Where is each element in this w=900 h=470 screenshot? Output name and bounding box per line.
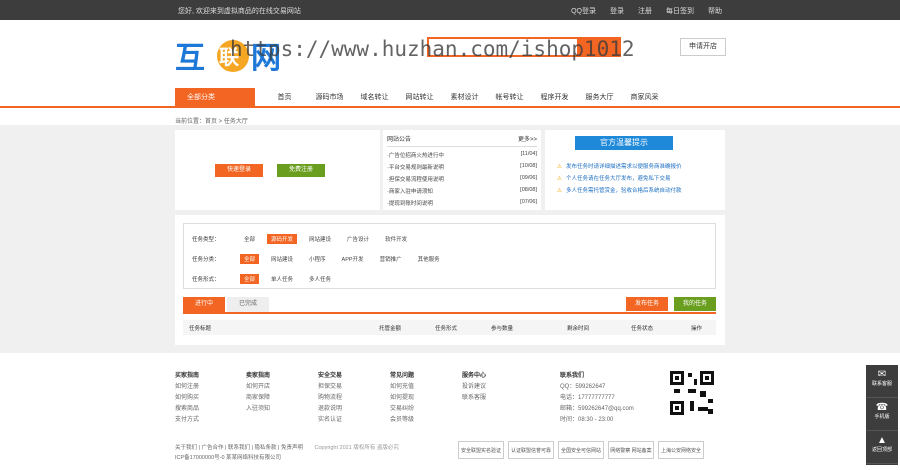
watermark-text: https://www.huzhan.com/ishop1012 bbox=[230, 37, 635, 61]
footer-col: 安全交易 担保交易 购物流程 退款说明 实名认证 bbox=[318, 373, 343, 423]
trust-badge[interactable]: 网络警察 网站备案 bbox=[608, 441, 654, 459]
icp-text: ICP备17000000号-0 某某网络科技有限公司 bbox=[175, 455, 282, 461]
nav-service-hall[interactable]: 服务大厅 bbox=[577, 88, 622, 108]
notice-item[interactable]: ·担保交易流程使用说明 [09/06] bbox=[387, 175, 537, 183]
filter-option[interactable]: 软件开发 bbox=[381, 234, 411, 244]
apply-shop-button[interactable]: 申请开店 bbox=[680, 38, 726, 56]
quick-login-button[interactable]: 快速登录 bbox=[215, 164, 263, 177]
copyright-text: Copyright 2021 版权所有 盗版必究 bbox=[314, 445, 399, 451]
top-bar: 您好, 欢迎来到虚拟商品的在线交易网站 QQ登录 登录 注册 每日签到 帮助 bbox=[0, 0, 900, 20]
svg-text:互: 互 bbox=[175, 41, 205, 76]
task-filter-panel: 任务类型： 全部 源码开发 网站建设 广告设计 软件开发 任务分类： 全部 网站… bbox=[175, 215, 725, 345]
publish-task-button[interactable]: 发布任务 bbox=[626, 297, 668, 311]
filter-option[interactable]: 多人任务 bbox=[305, 274, 335, 284]
footer-contact: 联系我们 QQ：599262647 电话：17777777777 邮箱：5992626… bbox=[560, 373, 634, 423]
nav-domain[interactable]: 域名转让 bbox=[352, 88, 397, 108]
filter-option[interactable]: APP开发 bbox=[338, 254, 368, 264]
notice-item[interactable]: ·商家入驻申请须知 [08/08] bbox=[387, 187, 537, 195]
filter-option[interactable]: 网站建设 bbox=[267, 254, 297, 264]
headset-icon: ☎ bbox=[875, 402, 889, 413]
footer-bottom: 关于我们 | 广告合作 | 联系我们 | 隐私条款 | 免责声明 Copyrig… bbox=[175, 443, 399, 463]
tip-item: ⚠ 个人任务请在任务大厅发布，避免私下交易 bbox=[557, 176, 671, 182]
notice-panel: 网站公告 更多>> ·广告位招商火热进行中 [11/04] ·平台交易规则最新说明[… bbox=[383, 130, 541, 210]
top-links: QQ登录 登录 注册 每日签到 帮助 bbox=[571, 6, 722, 16]
chat-icon: ✉ bbox=[877, 369, 887, 380]
filter-option[interactable]: 小程序 bbox=[305, 254, 330, 264]
back-to-top-button[interactable]: ▲ 返回顶部 bbox=[866, 431, 898, 464]
tip-item: ⚠ 发布任务时请详细描述需求以便服务商准确报价 bbox=[557, 164, 682, 170]
filter-option[interactable]: 全部 bbox=[240, 254, 260, 264]
nav-source[interactable]: 源码市场 bbox=[307, 88, 352, 108]
filter-option[interactable]: 全部 bbox=[240, 274, 260, 284]
nav-account[interactable]: 帐号转让 bbox=[487, 88, 532, 108]
notice-item[interactable]: ·广告位招商火热进行中 [11/04] bbox=[387, 151, 537, 159]
main-nav: 全部分类 首页 源码市场 域名转让 网站转让 素材设计 帐号转让 程序开发 服务… bbox=[0, 88, 900, 108]
free-register-button[interactable]: 免费注册 bbox=[277, 164, 325, 177]
tips-title: 官方温馨提示 bbox=[575, 136, 673, 150]
warning-icon: ⚠ bbox=[557, 188, 562, 194]
nav-merchants[interactable]: 商家风采 bbox=[622, 88, 667, 108]
nav-dev[interactable]: 程序开发 bbox=[532, 88, 577, 108]
footer-links[interactable]: 关于我们 | 广告合作 | 联系我们 | 隐私条款 | 免责声明 bbox=[175, 445, 303, 451]
footer-col: 服务中心 投诉建议 联系客服 bbox=[462, 373, 487, 401]
trust-badge[interactable]: 上海公安网络安全 bbox=[658, 441, 704, 459]
trust-badge[interactable]: 全国安全可信网站 bbox=[558, 441, 604, 459]
trust-badge[interactable]: 认证联盟信誉可靠 bbox=[508, 441, 554, 459]
breadcrumb: 当前位置：首页 > 任务大厅 bbox=[175, 119, 248, 125]
footer-col: 卖家指南 如何开店 商家保障 入驻须知 bbox=[246, 373, 271, 412]
footer-col: 常见问题 如何充值 如何提现 交易纠纷 会员等级 bbox=[390, 373, 415, 423]
mobile-version-button[interactable]: ☎ 手机版 bbox=[866, 398, 898, 431]
side-toolbar: ✉ 联系客服 ☎ 手机版 ▲ 返回顶部 bbox=[866, 365, 898, 465]
register-link[interactable]: 注册 bbox=[638, 6, 652, 16]
tab-in-progress[interactable]: 进行中 bbox=[183, 297, 225, 312]
contact-service-button[interactable]: ✉ 联系客服 bbox=[866, 365, 898, 398]
qr-code-icon bbox=[668, 369, 716, 417]
login-panel: 快速登录 免费注册 bbox=[175, 130, 380, 210]
filter-option[interactable]: 源码开发 bbox=[267, 234, 298, 244]
footer: 买家指南 如何注册 如何购买 搜索商品 支付方式 卖家指南 如何开店 商家保障 入驻须知 安全… bbox=[0, 355, 900, 470]
signin-link[interactable]: 每日签到 bbox=[666, 6, 694, 16]
filter-option[interactable]: 其他服务 bbox=[414, 254, 444, 264]
tip-item: ⚠ 多人任务需托管赏金，验收合格后系统自动付款 bbox=[557, 188, 682, 194]
arrow-up-icon: ▲ bbox=[877, 435, 887, 446]
my-task-button[interactable]: 我的任务 bbox=[674, 297, 716, 311]
notice-more-link[interactable]: 更多>> bbox=[518, 134, 537, 143]
tips-panel: 官方温馨提示 ⚠ 发布任务时请详细描述需求以便服务商准确报价 ⚠ 个人任务请在任务大… bbox=[545, 130, 725, 210]
welcome-text: 您好, 欢迎来到虚拟商品的在线交易网站 bbox=[178, 8, 301, 15]
help-link[interactable]: 帮助 bbox=[708, 6, 722, 16]
notice-item[interactable]: ·平台交易规则最新说明 [10/08] bbox=[387, 163, 537, 171]
filter-row-type: 任务类型： 全部 源码开发 网站建设 广告设计 软件开发 bbox=[192, 234, 419, 244]
filter-option[interactable]: 广告设计 bbox=[343, 234, 373, 244]
filter-option[interactable]: 网站建设 bbox=[305, 234, 335, 244]
filter-option[interactable]: 全部 bbox=[240, 234, 259, 244]
warning-icon: ⚠ bbox=[557, 176, 562, 182]
filter-option[interactable]: 单人任务 bbox=[267, 274, 297, 284]
footer-col: 买家指南 如何注册 如何购买 搜索商品 支付方式 bbox=[175, 373, 200, 423]
task-table-header: 任务标题 托管金额 任务形式 参与数量 剩余时间 任务状态 操作 bbox=[183, 320, 716, 335]
filter-row-form: 任务形式： 全部 单人任务 多人任务 bbox=[192, 274, 343, 284]
trust-badge[interactable]: 安全联盟实名验证 bbox=[458, 441, 504, 459]
warning-icon: ⚠ bbox=[557, 164, 562, 170]
filter-row-category: 任务分类： 全部 网站建设 小程序 APP开发 营销推广 其他服务 bbox=[192, 254, 452, 264]
all-categories-button[interactable]: 全部分类 bbox=[175, 88, 255, 108]
filter-box: 任务类型： 全部 源码开发 网站建设 广告设计 软件开发 任务分类： 全部 网站… bbox=[183, 223, 716, 289]
nav-design[interactable]: 素材设计 bbox=[442, 88, 487, 108]
notice-title: 网站公告 bbox=[387, 137, 412, 143]
nav-site[interactable]: 网站转让 bbox=[397, 88, 442, 108]
tab-completed[interactable]: 已完成 bbox=[227, 297, 269, 312]
filter-option[interactable]: 营销推广 bbox=[376, 254, 406, 264]
qq-login-link[interactable]: QQ登录 bbox=[571, 6, 596, 16]
login-link[interactable]: 登录 bbox=[610, 6, 624, 16]
nav-home[interactable]: 首页 bbox=[262, 88, 307, 108]
trust-badges: 安全联盟实名验证 认证联盟信誉可靠 全国安全可信网站 网络警察 网站备案 上海公… bbox=[458, 441, 704, 459]
header: 互 联 网 申请开店 https://www.huzhan.com/ishop1… bbox=[0, 20, 900, 88]
notice-item[interactable]: ·提现到账时间说明 [07/06] bbox=[387, 199, 537, 207]
